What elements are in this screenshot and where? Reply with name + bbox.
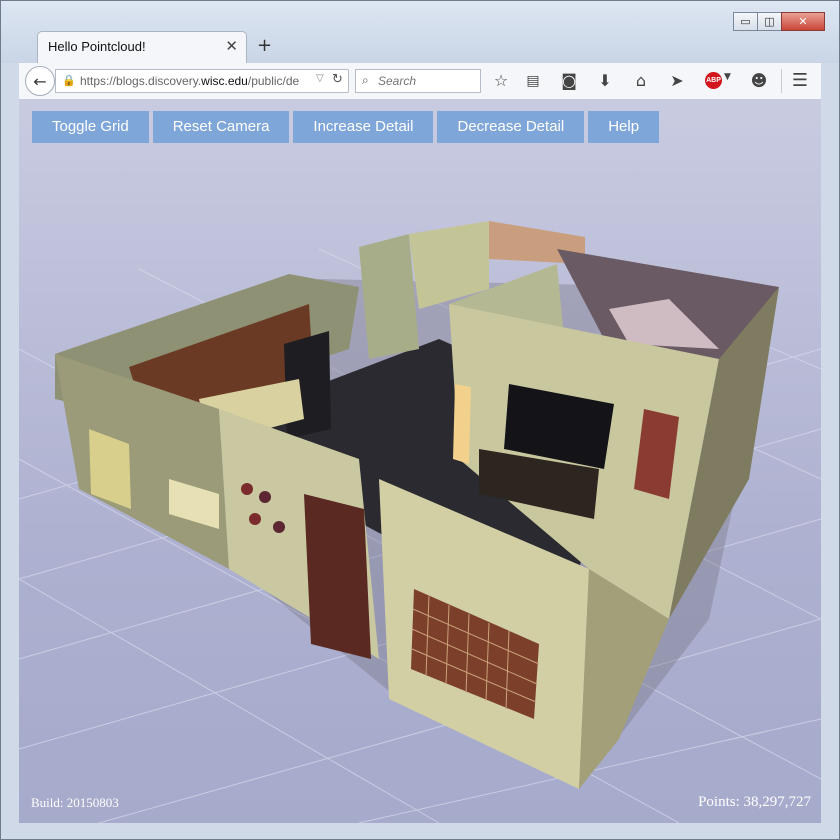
browser-window: ▭ ◫ ✕ Hello Pointcloud! ✕ + ← 🔒 https://… [0, 0, 840, 840]
wall-decor-1 [241, 483, 253, 495]
url-suffix: /public/de [247, 74, 300, 88]
bookmark-star-icon[interactable]: ☆ [490, 70, 512, 92]
points-count: Points: 38,297,727 [698, 794, 811, 810]
floor-lamp-glow [453, 384, 471, 464]
viewer-button-bar: Toggle Grid Reset Camera Increase Detail… [32, 111, 660, 143]
send-icon[interactable]: ➤ [666, 70, 688, 92]
wall-decor-4 [273, 521, 285, 533]
adblock-icon[interactable]: ABP [705, 72, 722, 89]
url-bar[interactable]: 🔒 https://blogs.discovery.wisc.edu/publi… [55, 69, 349, 93]
url-host: wisc.edu [201, 74, 248, 88]
search-input[interactable] [378, 73, 476, 89]
smiley-icon[interactable]: ☻ [748, 70, 770, 92]
title-bar: ▭ ◫ ✕ Hello Pointcloud! ✕ + [1, 1, 839, 63]
search-box[interactable]: ⌕ [355, 69, 481, 93]
window-controls: ▭ ◫ ✕ [733, 12, 825, 31]
url-text[interactable]: https://blogs.discovery.wisc.edu/public/… [80, 74, 308, 88]
menu-icon[interactable]: ☰ [789, 70, 811, 92]
close-window-button[interactable]: ✕ [781, 12, 825, 31]
back-arrow-icon: ← [33, 71, 47, 91]
minimize-button[interactable]: ▭ [733, 12, 758, 31]
pointcloud-viewport[interactable]: Toggle Grid Reset Camera Increase Detail… [19, 99, 821, 823]
help-button[interactable]: Help [588, 111, 660, 143]
pocket-icon[interactable]: ◙ [558, 70, 580, 92]
navigation-toolbar: ← 🔒 https://blogs.discovery.wisc.edu/pub… [19, 63, 821, 100]
search-icon: ⌕ [362, 73, 369, 87]
download-icon[interactable]: ⬇ [594, 70, 616, 92]
back-button[interactable]: ← [25, 66, 55, 96]
restore-button[interactable]: ◫ [757, 12, 782, 31]
tab-close-icon[interactable]: ✕ [225, 37, 238, 55]
reset-camera-button[interactable]: Reset Camera [152, 111, 290, 143]
adblock-dropdown-icon[interactable]: ▼ [724, 72, 731, 82]
reading-list-icon[interactable]: ▤ [522, 70, 544, 92]
decrease-detail-button[interactable]: Decrease Detail [437, 111, 585, 143]
new-tab-icon[interactable]: + [257, 35, 272, 56]
increase-detail-button[interactable]: Increase Detail [293, 111, 434, 143]
hall-wall [359, 234, 419, 359]
tab-title: Hello Pointcloud! [48, 39, 146, 54]
toolbar-divider [781, 69, 782, 93]
wall-decor-2 [259, 491, 271, 503]
front-door [304, 494, 371, 659]
home-icon[interactable]: ⌂ [630, 70, 652, 92]
url-dropdown-icon[interactable]: ▽ [316, 73, 324, 84]
browser-tab[interactable]: Hello Pointcloud! ✕ [37, 31, 247, 63]
pointcloud-scene [19, 221, 821, 823]
reload-icon[interactable]: ↻ [332, 72, 343, 87]
lock-icon: 🔒 [62, 74, 76, 87]
url-prefix: https://blogs.discovery. [80, 74, 202, 88]
build-label: Build: 20150803 [31, 795, 119, 810]
toggle-grid-button[interactable]: Toggle Grid [32, 111, 149, 143]
wall-decor-3 [249, 513, 261, 525]
